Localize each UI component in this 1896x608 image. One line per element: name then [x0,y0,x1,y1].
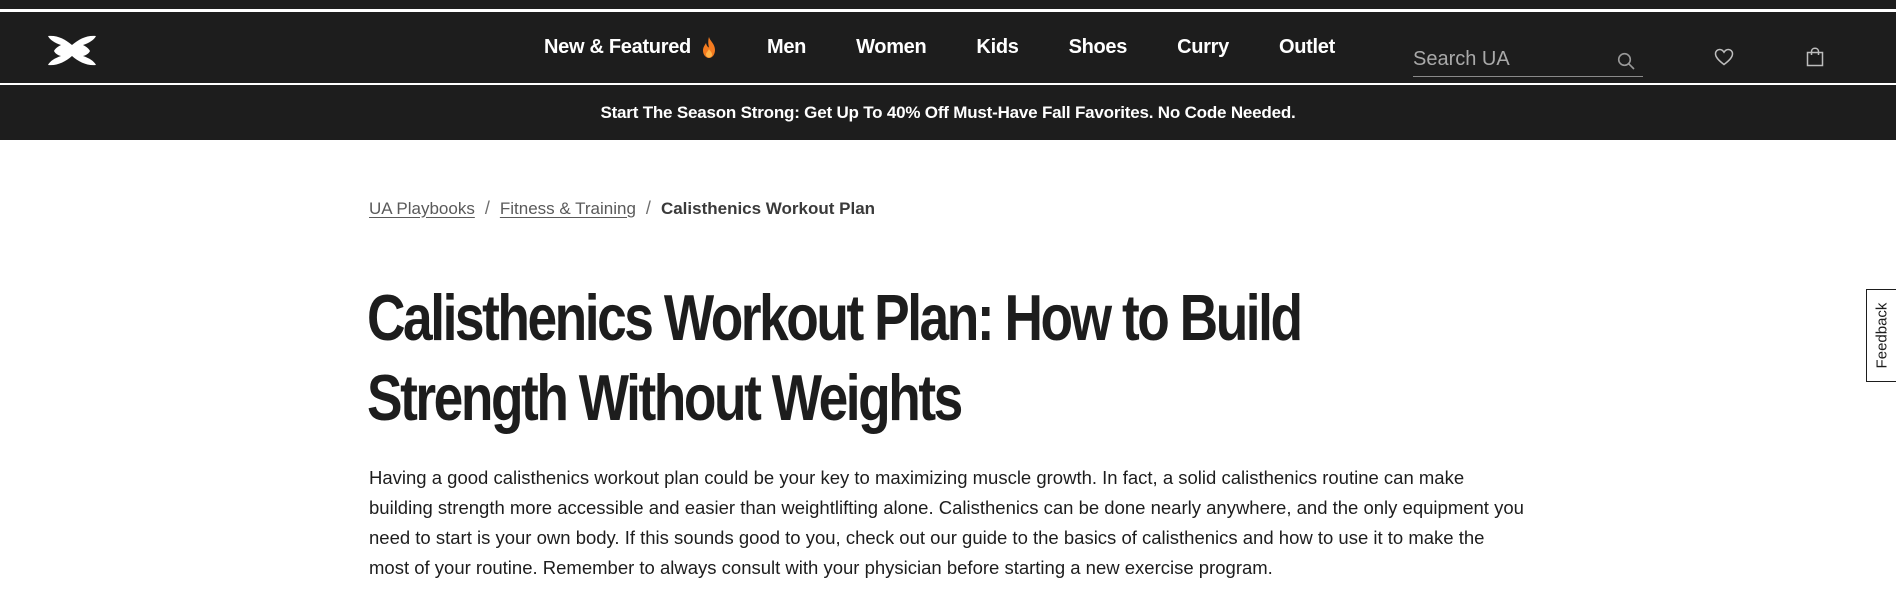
nav-curry[interactable]: Curry [1177,36,1229,59]
bag-icon[interactable] [1806,47,1824,67]
breadcrumb: UA Playbooks / Fitness & Training / Cali… [369,198,875,219]
nav-shoes[interactable]: Shoes [1069,36,1128,59]
breadcrumb-ua-playbooks[interactable]: UA Playbooks [369,199,475,219]
search-box [1413,40,1643,77]
nav-label: Kids [976,36,1019,58]
search-input[interactable] [1413,40,1603,71]
feedback-label: Feedback [1873,302,1890,369]
nav-label: Outlet [1278,36,1335,58]
flame-icon [702,37,715,58]
breadcrumb-separator: / [484,198,490,218]
nav-label: Curry [1177,36,1229,58]
nav-kids[interactable]: Kids [976,36,1018,59]
promo-text: Start The Season Strong: Get Up To 40% O… [600,102,1296,122]
search-icon[interactable] [1617,52,1635,70]
under-armour-logo[interactable] [45,34,99,67]
nav-outlet[interactable]: Outlet [1279,36,1335,59]
nav-label: New & Featured [544,36,691,58]
top-strip [0,0,1896,9]
nav-label: Men [766,36,807,58]
nav-men[interactable]: Men [767,36,806,59]
primary-nav: New & Featured Men Women Kids Shoes Curr… [544,12,1385,83]
article-intro: Having a good calisthenics workout plan … [369,467,1524,578]
feedback-tab[interactable]: Feedback [1866,289,1896,382]
breadcrumb-current: Calisthenics Workout Plan [660,198,876,218]
nav-label: Shoes [1068,36,1128,58]
breadcrumb-fitness-training[interactable]: Fitness & Training [500,199,636,219]
breadcrumb-separator: / [645,198,651,218]
nav-label: Women [856,36,927,58]
nav-women[interactable]: Women [856,36,927,59]
article-title: Calisthenics Workout Plan: How to Build … [367,281,1303,434]
nav-new-featured[interactable]: New & Featured [544,36,717,59]
heart-icon[interactable] [1714,48,1734,66]
promo-banner[interactable]: Start The Season Strong: Get Up To 40% O… [0,85,1896,140]
main-navbar: New & Featured Men Women Kids Shoes Curr… [0,12,1896,83]
